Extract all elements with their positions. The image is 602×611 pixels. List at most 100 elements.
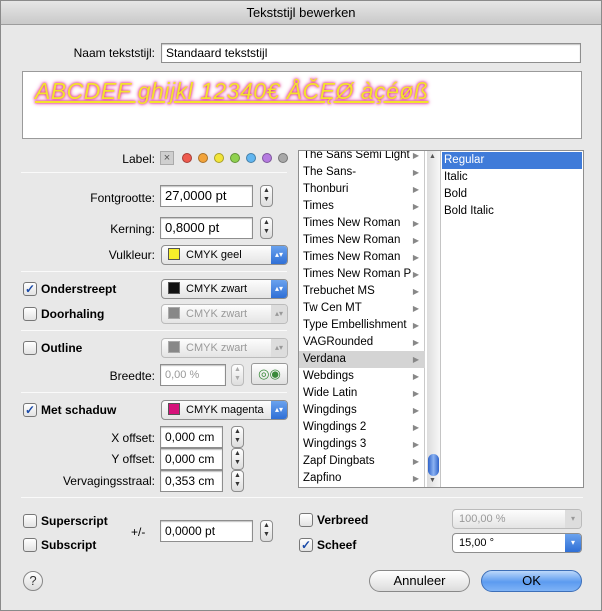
yoffset-field[interactable]: 0,000 cm [160,448,223,470]
font-list-item[interactable]: Times New Roman ▶ [299,249,425,266]
strike-checkbox[interactable] [23,307,37,321]
shadow-color-popup[interactable]: CMYK magenta ▴▾ [161,400,288,420]
font-list-item[interactable]: Times New Roman ▶ [299,215,425,232]
underline-color-value: CMYK zwart [186,283,248,295]
disclosure-arrow-icon: ▶ [412,321,419,330]
font-list-item[interactable]: Trebuchet MS ▶ [299,283,425,300]
plusminus-field[interactable]: 0,0000 pt [160,520,253,542]
font-list-item[interactable]: VAGRounded ▶ [299,334,425,351]
strike-color-popup[interactable]: CMYK zwart ▴▾ [161,304,288,324]
italicize-checkbox[interactable]: ✓ [299,538,313,552]
font-style-item[interactable]: Italic [442,169,582,186]
font-family-list[interactable]: The Sans Semi Light ▶ The Sans- ▶ Thonburi ▶ T… [299,150,425,487]
width-label: Breedte: [109,369,155,383]
label-label: Label: [122,152,155,166]
blur-label: Vervagingsstraal: [62,474,155,488]
font-list-item[interactable]: Verdana ▶ [299,351,425,368]
font-list-item[interactable]: Wide Latin ▶ [299,385,425,402]
width-field[interactable]: 0,00 % [160,364,226,386]
font-list-item[interactable]: Wingdings 2 ▶ [299,419,425,436]
font-list-item[interactable]: The Sans- ▶ [299,164,425,181]
underline-label: Onderstreept [41,282,117,296]
strike-swatch [168,307,180,319]
disclosure-arrow-icon: ▶ [412,168,419,177]
font-list-item[interactable]: Wingdings ▶ [299,402,425,419]
xoffset-stepper[interactable]: ▲ ▼ [231,426,244,448]
font-name: Times New Roman [303,217,401,229]
ok-button[interactable]: OK [481,570,582,592]
italicize-popup[interactable]: 15,00 ° ▾ [452,533,582,553]
separator [21,271,287,272]
superscript-checkbox[interactable] [23,514,37,528]
label-color-dot[interactable] [262,153,272,163]
chevron-updown-icon: ▴▾ [271,246,287,264]
label-color-dot[interactable] [182,153,192,163]
font-list-item[interactable]: Zapf Dingbats ▶ [299,453,425,470]
disclosure-arrow-icon: ▶ [412,372,419,381]
font-style-item[interactable]: Regular [442,152,582,169]
chevron-updown-icon: ▴▾ [271,339,287,357]
shadow-swatch [168,403,180,415]
shadow-checkbox[interactable]: ✓ [23,403,37,417]
chevron-updown-icon: ▴▾ [271,280,287,298]
cancel-button[interactable]: Annuleer [369,570,470,592]
dialog-window: Tekststijl bewerken Naam tekststijl: Sta… [0,0,602,611]
kerning-stepper[interactable]: ▲ ▼ [260,217,273,239]
strike-label: Doorhaling [41,307,105,321]
underline-color-popup[interactable]: CMYK zwart ▴▾ [161,279,288,299]
help-button[interactable]: ? [23,571,43,591]
label-color-dot[interactable] [214,153,224,163]
font-style-item[interactable]: Bold [442,186,582,203]
font-list-item[interactable]: Wingdings 3 ▶ [299,436,425,453]
fill-color-popup[interactable]: CMYK geel ▴▾ [161,245,288,265]
fontsize-label: Fontgrootte: [90,191,155,205]
scroll-thumb[interactable] [428,454,439,476]
font-list-item[interactable]: The Sans Semi Light ▶ [299,150,425,164]
yoffset-stepper[interactable]: ▲ ▼ [231,448,244,470]
font-list-item[interactable]: Webdings ▶ [299,368,425,385]
widen-checkbox[interactable] [299,513,313,527]
blur-stepper[interactable]: ▲ ▼ [231,470,244,492]
subscript-checkbox[interactable] [23,538,37,552]
kerning-field[interactable]: 0,8000 pt [160,217,253,239]
scroll-down-icon[interactable]: ▼ [429,477,436,484]
font-list-item[interactable]: Times ▶ [299,198,425,215]
font-list-item[interactable]: Zapfino ▶ [299,470,425,487]
plusminus-stepper[interactable]: ▲ ▼ [260,520,273,542]
font-name: Zapfino [303,472,342,484]
label-color-dot[interactable] [198,153,208,163]
label-color-dot[interactable] [278,153,288,163]
name-field[interactable]: Standaard tekststijl [161,43,581,63]
outline-checkbox[interactable] [23,341,37,355]
fontsize-stepper[interactable]: ▲ ▼ [260,185,273,207]
scroll-up-icon[interactable]: ▲ [429,153,436,160]
outline-color-popup[interactable]: CMYK zwart ▴▾ [161,338,288,358]
separator [21,497,583,498]
font-name: Webdings [303,370,354,382]
font-list-item[interactable]: Type Embellishment ▶ [299,317,425,334]
disclosure-arrow-icon: ▶ [412,202,419,211]
blur-field[interactable]: 0,353 cm [160,470,223,492]
kerning-label: Kerning: [110,222,155,236]
outline-position-icon[interactable]: ◎◉ [251,363,288,385]
widen-popup[interactable]: 100,00 % ▾ [452,509,582,529]
label-color-dot[interactable] [230,153,240,163]
font-list-scrollbar[interactable]: ▲ ▼ [427,151,441,487]
font-name: Tw Cen MT [303,302,362,314]
font-style-item[interactable]: Bold Italic [442,203,582,220]
fontsize-field[interactable]: 27,0000 pt [160,185,253,207]
disclosure-arrow-icon: ▶ [412,389,419,398]
font-list-item[interactable]: Times New Roman P ▶ [299,266,425,283]
no-label-icon[interactable]: × [160,151,174,165]
font-name: Thonburi [303,183,349,195]
label-color-dot[interactable] [246,153,256,163]
width-stepper[interactable]: ▲ ▼ [231,364,244,386]
font-list-item[interactable]: Tw Cen MT ▶ [299,300,425,317]
xoffset-field[interactable]: 0,000 cm [160,426,223,448]
font-name: The Sans Semi Light [303,150,410,161]
fill-label: Vulkleur: [108,248,155,262]
font-name: Wide Latin [303,387,358,399]
font-list-item[interactable]: Thonburi ▶ [299,181,425,198]
underline-checkbox[interactable]: ✓ [23,282,37,296]
font-list-item[interactable]: Times New Roman ▶ [299,232,425,249]
